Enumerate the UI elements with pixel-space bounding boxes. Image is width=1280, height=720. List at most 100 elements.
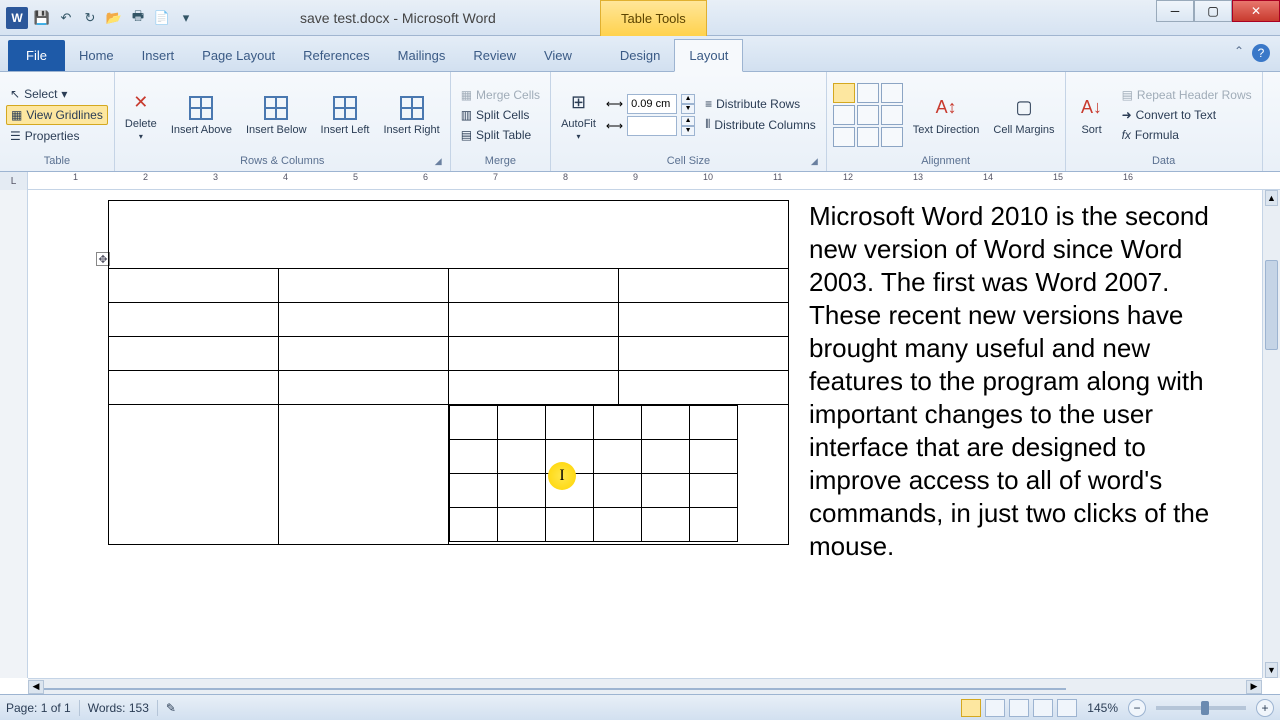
height-down-icon[interactable]: ▼ bbox=[681, 104, 695, 114]
print-layout-view-icon[interactable] bbox=[961, 699, 981, 717]
ruler-tab-selector[interactable]: L bbox=[0, 172, 28, 190]
zoom-slider[interactable] bbox=[1156, 706, 1246, 710]
align-top-center[interactable] bbox=[857, 83, 879, 103]
nested-table[interactable] bbox=[449, 405, 738, 542]
vscroll-thumb[interactable] bbox=[1265, 260, 1278, 350]
minimize-ribbon-icon[interactable]: ⌃ bbox=[1234, 44, 1244, 62]
width-up-icon[interactable]: ▲ bbox=[681, 116, 695, 126]
text-direction-button[interactable]: A↕Text Direction bbox=[909, 92, 984, 138]
tab-file[interactable]: File bbox=[8, 40, 65, 71]
delete-button[interactable]: ✕Delete▾ bbox=[121, 86, 161, 143]
align-mid-left[interactable] bbox=[833, 105, 855, 125]
align-bot-right[interactable] bbox=[881, 127, 903, 147]
hscroll-thumb[interactable] bbox=[44, 688, 1066, 690]
tab-review[interactable]: Review bbox=[459, 40, 530, 71]
insert-left-button[interactable]: Insert Left bbox=[317, 92, 374, 138]
sort-button[interactable]: A↓Sort bbox=[1072, 92, 1112, 138]
split-table-button[interactable]: ▤Split Table bbox=[457, 126, 544, 144]
maximize-button[interactable]: ▢ bbox=[1194, 0, 1232, 22]
word-app-icon[interactable]: W bbox=[6, 7, 28, 29]
tab-view[interactable]: View bbox=[530, 40, 586, 71]
vertical-ruler[interactable] bbox=[0, 190, 28, 678]
full-screen-view-icon[interactable] bbox=[985, 699, 1005, 717]
help-icon[interactable]: ? bbox=[1252, 44, 1270, 62]
qat-more-icon[interactable]: ▾ bbox=[176, 8, 196, 28]
insert-below-button[interactable]: Insert Below bbox=[242, 92, 311, 138]
cell-margins-button[interactable]: ▢Cell Margins bbox=[989, 92, 1058, 138]
tab-insert[interactable]: Insert bbox=[128, 40, 189, 71]
insert-right-button[interactable]: Insert Right bbox=[379, 92, 443, 138]
align-bot-left[interactable] bbox=[833, 127, 855, 147]
page-canvas[interactable]: ✥ bbox=[28, 190, 1262, 678]
view-gridlines-button[interactable]: ▦View Gridlines bbox=[6, 105, 108, 125]
tab-home[interactable]: Home bbox=[65, 40, 128, 71]
split-table-icon: ▤ bbox=[461, 128, 472, 142]
convert-to-text-button[interactable]: ➜Convert to Text bbox=[1118, 106, 1256, 124]
horizontal-ruler[interactable]: L 1 2 3 4 5 6 7 8 9 10 11 12 13 14 15 16 bbox=[0, 172, 1280, 190]
align-top-left[interactable] bbox=[833, 83, 855, 103]
properties-button[interactable]: ☰Properties bbox=[6, 127, 108, 145]
scroll-left-icon[interactable]: ◀ bbox=[28, 680, 44, 694]
distribute-rows-button[interactable]: ≡Distribute Rows bbox=[701, 95, 820, 113]
col-width-input[interactable]: ⟷ ▲▼ bbox=[606, 116, 695, 136]
autofit-label: AutoFit bbox=[561, 118, 596, 130]
tab-page-layout[interactable]: Page Layout bbox=[188, 40, 289, 71]
width-down-icon[interactable]: ▼ bbox=[681, 126, 695, 136]
body-text[interactable]: Microsoft Word 2010 is the second new ve… bbox=[809, 201, 1209, 561]
tab-references[interactable]: References bbox=[289, 40, 383, 71]
col-width-field[interactable] bbox=[627, 116, 677, 136]
text-direction-icon: A↕ bbox=[932, 94, 960, 122]
outer-table[interactable] bbox=[108, 200, 789, 545]
outline-view-icon[interactable] bbox=[1033, 699, 1053, 717]
align-bot-center[interactable] bbox=[857, 127, 879, 147]
rows-cols-dialog-launcher-icon[interactable]: ◢ bbox=[435, 156, 442, 167]
tab-design[interactable]: Design bbox=[606, 40, 674, 71]
print-preview-icon[interactable]: 🖶 bbox=[128, 8, 148, 28]
row-height-input[interactable]: ⟷ ▲▼ bbox=[606, 94, 695, 114]
new-doc-icon[interactable]: 📄 bbox=[152, 8, 172, 28]
align-top-right[interactable] bbox=[881, 83, 903, 103]
proofing-icon[interactable]: ✎ bbox=[166, 701, 176, 715]
minimize-button[interactable]: ─ bbox=[1156, 0, 1194, 22]
split-cells-button[interactable]: ▥Split Cells bbox=[457, 106, 544, 124]
select-button[interactable]: ↖Select ▾ bbox=[6, 85, 108, 103]
ruler-tick: 7 bbox=[493, 172, 498, 182]
page-status[interactable]: Page: 1 of 1 bbox=[6, 701, 71, 715]
formula-button[interactable]: fxFormula bbox=[1118, 126, 1256, 144]
ruler-tick: 13 bbox=[913, 172, 923, 182]
zoom-slider-handle[interactable] bbox=[1201, 701, 1209, 715]
document-content[interactable]: Microsoft Word 2010 is the second new ve… bbox=[108, 200, 1242, 563]
tab-mailings[interactable]: Mailings bbox=[384, 40, 460, 71]
window-controls: ─ ▢ ✕ bbox=[1156, 0, 1280, 22]
autofit-button[interactable]: ⊞AutoFit▾ bbox=[557, 86, 600, 143]
tab-layout[interactable]: Layout bbox=[674, 39, 743, 72]
delete-icon: ✕ bbox=[127, 88, 155, 116]
group-merge-label: Merge bbox=[457, 153, 544, 169]
height-up-icon[interactable]: ▲ bbox=[681, 94, 695, 104]
scroll-up-icon[interactable]: ▲ bbox=[1265, 190, 1278, 206]
zoom-out-button[interactable]: − bbox=[1128, 699, 1146, 717]
distribute-columns-button[interactable]: ⦀Distribute Columns bbox=[701, 115, 820, 134]
align-mid-right[interactable] bbox=[881, 105, 903, 125]
open-icon[interactable]: 📂 bbox=[104, 8, 124, 28]
scroll-right-icon[interactable]: ▶ bbox=[1246, 680, 1262, 694]
vertical-scrollbar[interactable]: ▲ ▼ bbox=[1262, 190, 1280, 678]
save-icon[interactable]: 💾 bbox=[32, 8, 52, 28]
ruler-tick: 14 bbox=[983, 172, 993, 182]
zoom-level[interactable]: 145% bbox=[1087, 701, 1118, 715]
zoom-in-button[interactable]: + bbox=[1256, 699, 1274, 717]
cell-size-dialog-launcher-icon[interactable]: ◢ bbox=[811, 156, 818, 167]
scroll-down-icon[interactable]: ▼ bbox=[1265, 662, 1278, 678]
insert-above-button[interactable]: Insert Above bbox=[167, 92, 236, 138]
close-button[interactable]: ✕ bbox=[1232, 0, 1280, 22]
draft-view-icon[interactable] bbox=[1057, 699, 1077, 717]
word-count[interactable]: Words: 153 bbox=[88, 701, 149, 715]
undo-icon[interactable]: ↶ bbox=[56, 8, 76, 28]
horizontal-scrollbar[interactable]: ◀ ▶ bbox=[28, 678, 1262, 694]
row-height-field[interactable] bbox=[627, 94, 677, 114]
redo-icon[interactable]: ↻ bbox=[80, 8, 100, 28]
align-mid-center[interactable] bbox=[857, 105, 879, 125]
window-title: save test.docx - Microsoft Word bbox=[300, 10, 496, 26]
body-paragraph[interactable]: Microsoft Word 2010 is the second new ve… bbox=[108, 200, 1242, 563]
web-layout-view-icon[interactable] bbox=[1009, 699, 1029, 717]
